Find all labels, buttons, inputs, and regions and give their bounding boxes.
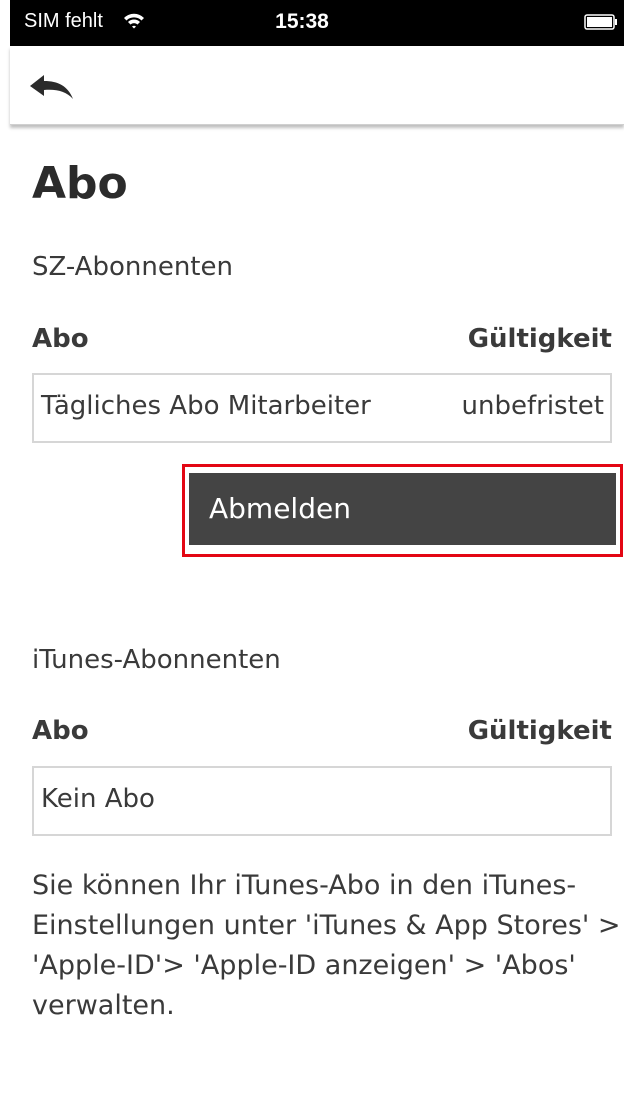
sz-subscription-name: Tägliches Abo Mitarbeiter: [41, 391, 371, 421]
unsubscribe-button[interactable]: Abmelden: [189, 473, 616, 545]
page-title: Abo: [32, 158, 128, 209]
unsubscribe-highlight: Abmelden: [182, 464, 623, 557]
battery-icon: [584, 14, 617, 30]
navigation-bar: [10, 46, 624, 125]
sz-subscription-row: Tägliches Abo Mitarbeiter unbefristet: [32, 373, 612, 443]
itunes-subscription-row: Kein Abo: [32, 766, 612, 836]
sz-subscription-validity: unbefristet: [461, 391, 604, 421]
sz-column-validity-header: Gültigkeit: [467, 324, 612, 354]
back-arrow-icon[interactable]: [28, 72, 78, 104]
app-screen: SIM fehlt 15:38 Abo SZ-Abonnenten Abo Gü…: [0, 0, 624, 1109]
itunes-column-validity-header: Gültigkeit: [467, 716, 612, 746]
itunes-info-text: Sie können Ihr iTunes-Abo in den iTunes-…: [32, 870, 621, 1021]
itunes-subscription-name: Kein Abo: [41, 784, 155, 814]
clock: 15:38: [275, 10, 329, 33]
itunes-column-abo-header: Abo: [32, 716, 89, 746]
sz-column-abo-header: Abo: [32, 324, 89, 354]
sz-section-label: SZ-Abonnenten: [32, 252, 233, 282]
itunes-section-label: iTunes-Abonnenten: [32, 645, 281, 675]
status-bar: SIM fehlt 15:38: [10, 0, 624, 46]
